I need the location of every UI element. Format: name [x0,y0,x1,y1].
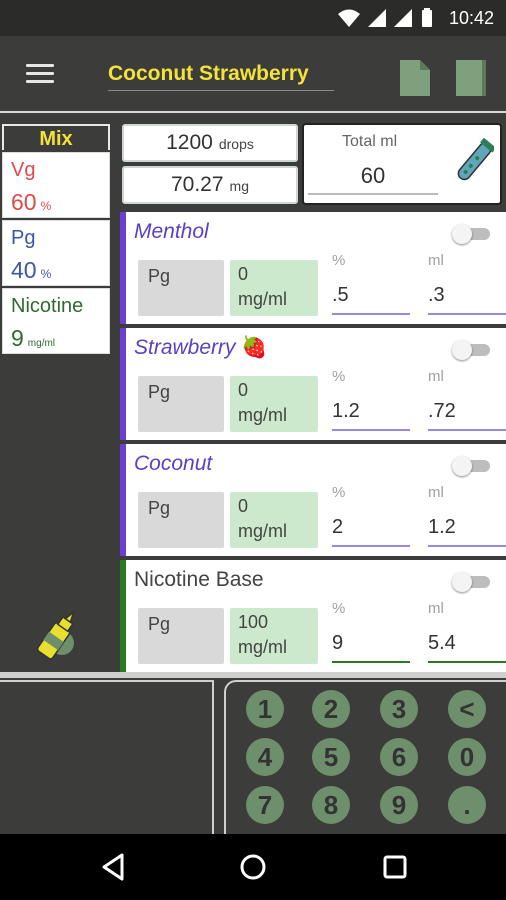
mix-panel: Mix Vg 60% Pg 40% Nicotine 9 mg/ml [0,120,112,670]
percent-input[interactable]: 9 [332,632,410,663]
test-tube-icon[interactable] [454,137,494,187]
total-ml-box: Total ml 60 [302,123,502,205]
pg-label: Pg [11,227,36,249]
strength-tag[interactable]: 0 mg/ml [230,492,318,548]
total-ml-label: Total ml [342,133,398,150]
key-6[interactable]: 6 [380,738,418,776]
strength-tag[interactable]: 100 mg/ml [230,608,318,664]
vg-value: 60% [11,189,52,215]
mg-field[interactable]: 70.27 mg [122,166,298,204]
key-decimal[interactable]: . [448,786,486,824]
app-bar: Coconut Strawberry [0,36,506,112]
ingredient-toggle[interactable] [452,224,492,244]
key-backspace[interactable]: < [448,690,486,728]
key-3[interactable]: 3 [380,690,418,728]
key-1[interactable]: 1 [246,690,284,728]
nicotine-value: 9 mg/ml [11,325,56,351]
keypad-divider [0,672,506,678]
base-tag[interactable]: Pg [138,260,224,316]
home-icon[interactable] [238,852,268,882]
keypad: 1 2 3 < 4 5 6 0 7 8 9 . [224,680,506,834]
navigation-bar [0,834,506,900]
battery-icon [422,10,432,27]
base-tag[interactable]: Pg [138,376,224,432]
ml-label: ml [428,252,444,269]
percent-label: % [332,600,346,617]
percent-label: % [332,368,346,385]
status-bar: 10:42 [0,0,506,36]
document-icon[interactable] [456,60,486,96]
recents-icon[interactable] [380,852,410,882]
ingredient-name[interactable]: Coconut [134,452,212,476]
back-icon[interactable] [98,852,128,882]
percent-input[interactable]: .5 [332,284,410,315]
pg-value: 40% [11,257,52,283]
nicotine-card[interactable]: Nicotine 9 mg/ml [2,288,110,354]
recipe-title[interactable]: Coconut Strawberry [108,62,334,91]
base-tag[interactable]: Pg [138,492,224,548]
ingredient-card-menthol: Menthol Pg 0 mg/ml % ml .5 .3 [120,212,506,324]
ml-input[interactable]: .72 [428,400,506,431]
ingredient-toggle[interactable] [452,572,492,592]
ml-input[interactable]: 1.2 [428,516,506,547]
ingredient-card-nicotine-base: Nicotine Base Pg 100 mg/ml % ml 9 5.4 [120,560,506,672]
ml-label: ml [428,600,444,617]
percent-input[interactable]: 2 [332,516,410,547]
drops-field[interactable]: 1200 drops [122,124,298,162]
ml-label: ml [428,484,444,501]
blank-panel [0,680,214,834]
key-5[interactable]: 5 [312,738,350,776]
percent-input[interactable]: 1.2 [332,400,410,431]
percent-label: % [332,252,346,269]
key-7[interactable]: 7 [246,786,284,824]
ingredient-card-strawberry: Strawberry 🍓 Pg 0 mg/ml % ml 1.2 .72 [120,328,506,440]
total-ml-input[interactable]: 60 [308,163,438,195]
percent-label: % [332,484,346,501]
new-document-icon[interactable] [400,60,430,96]
header-divider [0,111,506,113]
ingredient-toggle[interactable] [452,340,492,360]
pg-card[interactable]: Pg 40% [2,220,110,286]
ingredient-name[interactable]: Nicotine Base [134,568,264,592]
strength-tag[interactable]: 0 mg/ml [230,260,318,316]
key-8[interactable]: 8 [312,786,350,824]
mix-header: Mix [2,124,110,150]
strength-tag[interactable]: 0 mg/ml [230,376,318,432]
signal-icon [368,9,386,27]
ingredient-name[interactable]: Menthol [134,220,209,244]
menu-icon[interactable] [26,64,54,84]
summary-panel: 1200 drops 70.27 mg Total ml 60 [120,120,506,206]
ml-input[interactable]: 5.4 [428,632,506,663]
ingredient-toggle[interactable] [452,456,492,476]
wifi-icon [338,9,360,27]
vg-label: Vg [11,159,36,181]
vg-card[interactable]: Vg 60% [2,152,110,218]
signal-icon-2 [394,9,412,27]
key-4[interactable]: 4 [246,738,284,776]
key-9[interactable]: 9 [380,786,418,824]
strawberry-icon: 🍓 [241,336,268,359]
status-time: 10:42 [448,8,494,28]
ingredient-name[interactable]: Strawberry 🍓 [134,336,268,360]
key-2[interactable]: 2 [312,690,350,728]
ingredient-card-coconut: Coconut Pg 0 mg/ml % ml 2 1.2 [120,444,506,556]
bottle-icon[interactable] [26,605,88,667]
key-0[interactable]: 0 [448,738,486,776]
nicotine-label: Nicotine [11,295,84,317]
ml-label: ml [428,368,444,385]
status-icons [338,8,432,27]
ml-input[interactable]: .3 [428,284,506,315]
base-tag[interactable]: Pg [138,608,224,664]
